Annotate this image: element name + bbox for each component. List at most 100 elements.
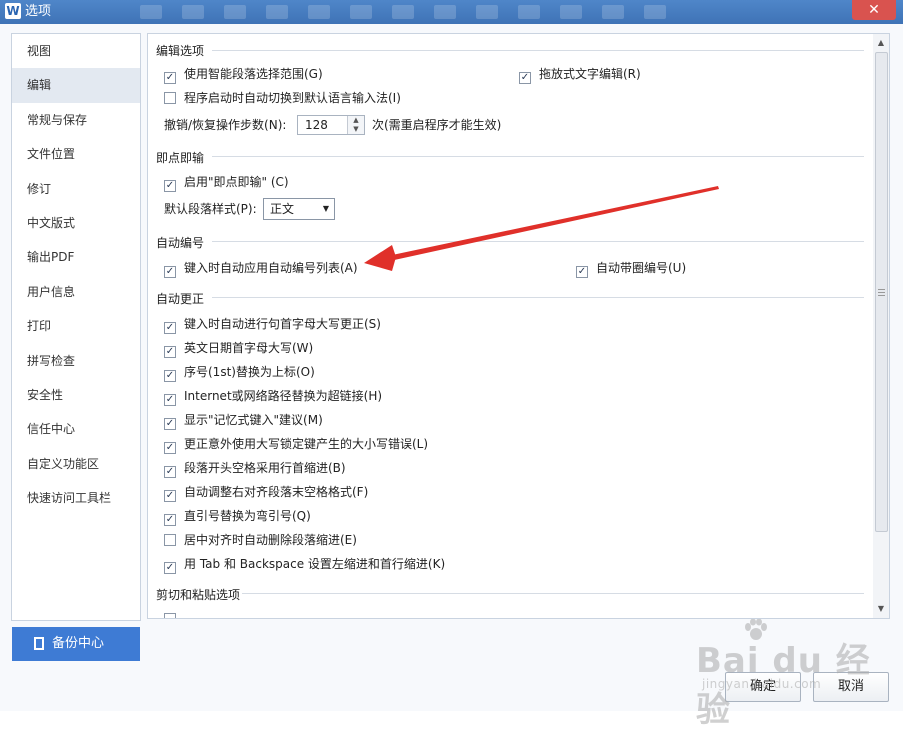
sidebar-item-chinese-layout[interactable]: 中文版式: [12, 206, 140, 240]
sidebar-item-edit[interactable]: 编辑: [12, 68, 140, 103]
option-label: 序号(1st)替换为上标(O): [184, 365, 315, 379]
window-title: 选项: [25, 4, 52, 19]
options-panel: 编辑选项 ✓ 使用智能段落选择范围(G) ✓ 拖放式文字编辑(R) 程序启动时自动切…: [147, 33, 875, 619]
checkbox[interactable]: ✓: [164, 180, 176, 192]
checkbox[interactable]: ✓: [164, 418, 176, 430]
checkbox[interactable]: ✓: [576, 266, 588, 278]
section-auto-numbering-title: 自动编号: [156, 236, 205, 250]
option-label: 居中对齐时自动删除段落缩进(E): [184, 533, 357, 547]
close-button[interactable]: ✕: [852, 0, 896, 20]
sidebar-item-export-pdf[interactable]: 输出PDF: [12, 240, 140, 274]
chevron-down-icon: ▼: [322, 204, 329, 213]
option-circle-number[interactable]: ✓ 自动带圈编号(U): [576, 260, 686, 278]
option-autocorrect-8[interactable]: ✓ 自动调整右对齐段落末空格格式(F): [164, 484, 368, 502]
option-autocorrect-2[interactable]: ✓ 英文日期首字母大写(W): [164, 340, 313, 358]
options-scrollbar[interactable]: ▲ ▼: [873, 33, 890, 619]
backup-center-button[interactable]: 备份中心: [12, 627, 140, 661]
option-label: 自动带圈编号(U): [596, 261, 687, 275]
section-edit-options-title: 编辑选项: [156, 44, 205, 58]
option-label: 程序启动时自动切换到默认语言输入法(I): [184, 91, 401, 105]
option-label: 自动调整右对齐段落末空格格式(F): [184, 485, 369, 499]
title-bar: W 选项 ✕: [0, 0, 903, 24]
option-label: 更正意外使用大写锁定键产生的大小写错误(L): [184, 437, 429, 451]
checkbox[interactable]: [164, 92, 176, 104]
option-auto-ime[interactable]: 程序启动时自动切换到默认语言输入法(I): [164, 90, 401, 106]
checkbox[interactable]: ✓: [164, 442, 176, 454]
option-autocorrect-1[interactable]: ✓ 键入时自动进行句首字母大写更正(S): [164, 316, 381, 334]
option-autocorrect-10[interactable]: 居中对齐时自动删除段落缩进(E): [164, 532, 357, 548]
checkbox[interactable]: ✓: [164, 514, 176, 526]
checkbox[interactable]: ✓: [164, 394, 176, 406]
sidebar-item-revision[interactable]: 修订: [12, 172, 140, 206]
scroll-thumb[interactable]: [875, 52, 888, 532]
undo-steps-note: 次(需重启程序才能生效): [372, 118, 502, 132]
checkbox[interactable]: ✓: [164, 370, 176, 382]
checkbox[interactable]: ✓: [164, 466, 176, 478]
option-label: 段落开头空格采用行首缩进(B): [184, 461, 346, 475]
sidebar-item-security[interactable]: 安全性: [12, 378, 140, 412]
option-enable-click-type[interactable]: ✓ 启用"即点即输" (C): [164, 174, 289, 192]
checkbox[interactable]: ✓: [164, 322, 176, 334]
scroll-up-icon[interactable]: ▲: [873, 36, 889, 50]
option-label: 直引号替换为弯引号(Q): [184, 509, 311, 523]
section-divider: [212, 156, 864, 157]
option-label: 用 Tab 和 Backspace 设置左缩进和首行缩进(K): [184, 557, 446, 571]
spin-down-icon[interactable]: ▼: [348, 125, 364, 134]
section-divider: [212, 297, 864, 298]
sidebar: 视图 编辑 常规与保存 文件位置 修订 中文版式 输出PDF 用户信息 打印 拼…: [11, 33, 141, 621]
sidebar-item-trust-center[interactable]: 信任中心: [12, 412, 140, 446]
checkbox[interactable]: ✓: [164, 490, 176, 502]
sidebar-item-view[interactable]: 视图: [12, 34, 140, 68]
default-style-label: 默认段落样式(P):: [164, 202, 257, 216]
checkbox[interactable]: ✓: [164, 72, 176, 84]
section-divider: [212, 50, 864, 51]
undo-steps-label: 撤销/恢复操作步数(N):: [164, 118, 287, 132]
option-autocorrect-4[interactable]: ✓ Internet或网络路径替换为超链接(H): [164, 388, 382, 406]
option-cut-paste-partial[interactable]: [164, 611, 184, 618]
section-click-type-title: 即点即输: [156, 151, 205, 165]
checkbox[interactable]: ✓: [164, 346, 176, 358]
undo-steps-stepper[interactable]: ▲ ▼: [347, 116, 364, 134]
option-label: Internet或网络路径替换为超链接(H): [184, 389, 383, 403]
section-auto-correct-title: 自动更正: [156, 292, 205, 306]
checkbox[interactable]: [164, 613, 176, 618]
sidebar-item-customize-ribbon[interactable]: 自定义功能区: [12, 447, 140, 481]
option-autocorrect-9[interactable]: ✓ 直引号替换为弯引号(Q): [164, 508, 311, 526]
cancel-button[interactable]: 取消: [813, 672, 889, 702]
option-label: 英文日期首字母大写(W): [184, 341, 314, 355]
option-autocorrect-3[interactable]: ✓ 序号(1st)替换为上标(O): [164, 364, 315, 382]
scroll-down-icon[interactable]: ▼: [873, 602, 889, 616]
sidebar-item-file-location[interactable]: 文件位置: [12, 137, 140, 171]
option-label: 使用智能段落选择范围(G): [184, 67, 323, 81]
sidebar-item-print[interactable]: 打印: [12, 309, 140, 343]
sidebar-item-quick-access[interactable]: 快速访问工具栏: [12, 481, 140, 515]
checkbox[interactable]: ✓: [519, 72, 531, 84]
option-smart-paragraph[interactable]: ✓ 使用智能段落选择范围(G): [164, 66, 323, 84]
sidebar-item-spell-check[interactable]: 拼写检查: [12, 344, 140, 378]
option-auto-number-list[interactable]: ✓ 键入时自动应用自动编号列表(A): [164, 260, 358, 278]
option-label: 拖放式文字编辑(R): [539, 67, 641, 81]
option-label: 启用"即点即输" (C): [184, 175, 289, 189]
option-label: 显示"记忆式键入"建议(M): [184, 413, 323, 427]
section-divider: [242, 593, 864, 594]
backup-center-label: 备份中心: [52, 636, 105, 651]
ok-button[interactable]: 确定: [725, 672, 801, 702]
option-label: 键入时自动应用自动编号列表(A): [184, 261, 358, 275]
section-cut-paste-title: 剪切和粘贴选项: [156, 588, 241, 602]
option-autocorrect-11[interactable]: ✓ 用 Tab 和 Backspace 设置左缩进和首行缩进(K): [164, 556, 445, 574]
wps-writer-icon: W: [5, 3, 21, 19]
default-style-select[interactable]: 正文 ▼: [263, 198, 335, 220]
checkbox[interactable]: ✓: [164, 266, 176, 278]
option-label: 键入时自动进行句首字母大写更正(S): [184, 317, 381, 331]
section-divider: [212, 241, 864, 242]
checkbox[interactable]: [164, 534, 176, 546]
option-autocorrect-7[interactable]: ✓ 段落开头空格采用行首缩进(B): [164, 460, 346, 478]
sidebar-item-user-info[interactable]: 用户信息: [12, 275, 140, 309]
option-autocorrect-6[interactable]: ✓ 更正意外使用大写锁定键产生的大小写错误(L): [164, 436, 428, 454]
select-value: 正文: [270, 202, 295, 216]
checkbox[interactable]: ✓: [164, 562, 176, 574]
option-autocorrect-5[interactable]: ✓ 显示"记忆式键入"建议(M): [164, 412, 323, 430]
sidebar-item-general-save[interactable]: 常规与保存: [12, 103, 140, 137]
option-drag-drop[interactable]: ✓ 拖放式文字编辑(R): [519, 66, 641, 84]
spin-up-icon[interactable]: ▲: [348, 116, 364, 125]
